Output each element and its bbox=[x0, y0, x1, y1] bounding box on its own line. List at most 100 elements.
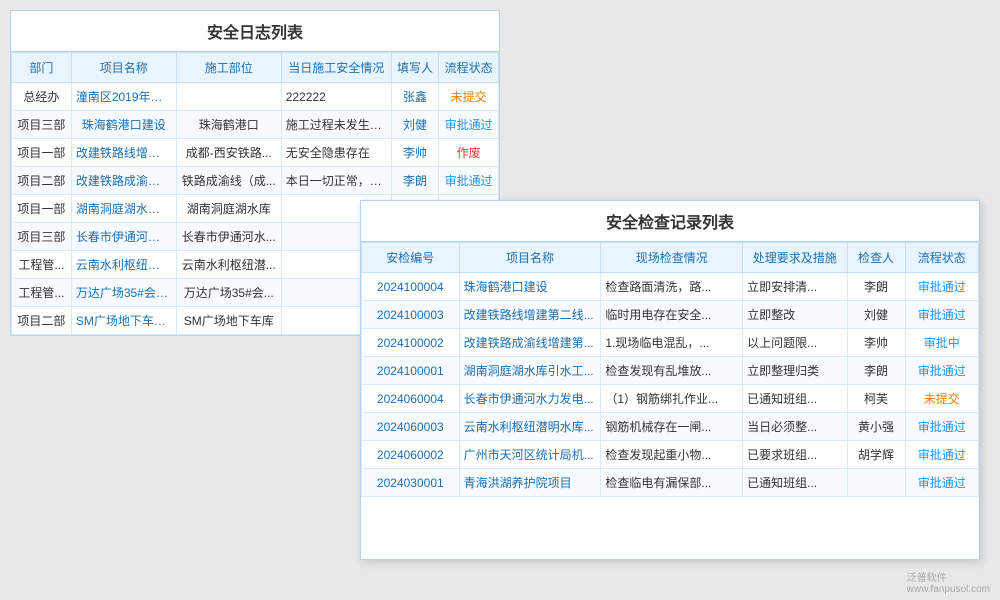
site-cell: 铁路成渝线（成... bbox=[176, 167, 281, 195]
measure-cell: 立即整理归类 bbox=[743, 357, 847, 385]
safety-log-title: 安全日志列表 bbox=[11, 11, 499, 52]
project-cell[interactable]: 改建铁路线增建第二线... bbox=[459, 301, 601, 329]
project-cell[interactable]: 青海洪湖养护院项目 bbox=[459, 469, 601, 497]
watermark: 泛普软件 www.fanpusol.com bbox=[907, 569, 990, 595]
id-cell[interactable]: 2024060002 bbox=[362, 441, 460, 469]
situation-cell: （1）钢筋绑扎作业... bbox=[601, 385, 743, 413]
id-cell[interactable]: 2024060003 bbox=[362, 413, 460, 441]
status-cell: 审批通过 bbox=[439, 167, 499, 195]
site-cell: 万达广场35#会... bbox=[176, 279, 281, 307]
table-row: 项目一部改建铁路线增建第二线直...成都-西安铁路...无安全隐患存在李帅作废 bbox=[12, 139, 499, 167]
author-cell: 刘健 bbox=[391, 111, 438, 139]
measure-cell: 立即安排清... bbox=[743, 273, 847, 301]
status-cell: 审批通过 bbox=[905, 413, 979, 441]
site-cell: 珠海鹤港口 bbox=[176, 111, 281, 139]
project-cell[interactable]: 云南水利枢纽潜明水库一... bbox=[71, 251, 176, 279]
dept-cell: 项目三部 bbox=[12, 111, 72, 139]
project-cell[interactable]: 改建铁路成渝线增建第二... bbox=[71, 167, 176, 195]
project-cell[interactable]: SM广场地下车库更换摄... bbox=[71, 307, 176, 335]
col-status: 流程状态 bbox=[439, 53, 499, 83]
inspector-cell: 李朗 bbox=[847, 357, 905, 385]
project-cell[interactable]: 云南水利枢纽潜明水库... bbox=[459, 413, 601, 441]
inspector-cell: 李帅 bbox=[847, 329, 905, 357]
id-cell[interactable]: 2024100003 bbox=[362, 301, 460, 329]
table-row: 2024100003改建铁路线增建第二线...临时用电存在安全...立即整改刘健… bbox=[362, 301, 979, 329]
inspector-cell: 黄小强 bbox=[847, 413, 905, 441]
watermark-line1: 泛普软件 bbox=[907, 569, 990, 584]
dept-cell: 项目二部 bbox=[12, 167, 72, 195]
project-cell[interactable]: 广州市天河区统计局机... bbox=[459, 441, 601, 469]
project-cell[interactable]: 湖南洞庭湖水库引水工... bbox=[459, 357, 601, 385]
safety-inspection-panel: 安全检查记录列表 安检编号 项目名称 现场检查情况 处理要求及措施 检查人 流程… bbox=[360, 200, 980, 560]
project-cell[interactable]: 改建铁路线增建第二线直... bbox=[71, 139, 176, 167]
status-cell: 审批中 bbox=[905, 329, 979, 357]
site-cell: 云南水利枢纽潜... bbox=[176, 251, 281, 279]
project-cell[interactable]: 长春市伊通河水力发电... bbox=[459, 385, 601, 413]
safety-inspection-body: 2024100004珠海鹤港口建设检查路面清洗，路...立即安排清...李朗审批… bbox=[362, 273, 979, 497]
status-cell: 审批通过 bbox=[905, 441, 979, 469]
inspector-cell: 李朗 bbox=[847, 273, 905, 301]
situation-cell: 临时用电存在安全... bbox=[601, 301, 743, 329]
status-cell: 审批通过 bbox=[439, 111, 499, 139]
measure-cell: 已通知班组... bbox=[743, 385, 847, 413]
table-row: 2024100002改建铁路成渝线增建第...1.现场临电混乱，...以上问题限… bbox=[362, 329, 979, 357]
situation-cell: 222222 bbox=[281, 83, 391, 111]
id-cell[interactable]: 2024060004 bbox=[362, 385, 460, 413]
table-row: 总经办潼南区2019年绿化补贴项...222222张鑫未提交 bbox=[12, 83, 499, 111]
site-cell: SM广场地下车库 bbox=[176, 307, 281, 335]
author-cell: 李朗 bbox=[391, 167, 438, 195]
table-row: 2024030001青海洪湖养护院项目检查临电有漏保部...已通知班组...审批… bbox=[362, 469, 979, 497]
table-row: 2024100004珠海鹤港口建设检查路面清洗，路...立即安排清...李朗审批… bbox=[362, 273, 979, 301]
project-cell[interactable]: 改建铁路成渝线增建第... bbox=[459, 329, 601, 357]
status-cell: 审批通过 bbox=[905, 273, 979, 301]
site-cell: 长春市伊通河水... bbox=[176, 223, 281, 251]
situation-cell: 检查发现有乱堆放... bbox=[601, 357, 743, 385]
measure-cell: 立即整改 bbox=[743, 301, 847, 329]
id-cell[interactable]: 2024030001 bbox=[362, 469, 460, 497]
safety-inspection-table: 安检编号 项目名称 现场检查情况 处理要求及措施 检查人 流程状态 202410… bbox=[361, 242, 979, 497]
status-cell: 审批通过 bbox=[905, 301, 979, 329]
col-situation: 当日施工安全情况 bbox=[281, 53, 391, 83]
col-site: 施工部位 bbox=[176, 53, 281, 83]
measure-cell: 当日必须整... bbox=[743, 413, 847, 441]
situation-cell: 钢筋机械存在一闸... bbox=[601, 413, 743, 441]
col-project: 项目名称 bbox=[71, 53, 176, 83]
id-cell[interactable]: 2024100001 bbox=[362, 357, 460, 385]
status-cell: 审批通过 bbox=[905, 357, 979, 385]
project-cell[interactable]: 潼南区2019年绿化补贴项... bbox=[71, 83, 176, 111]
col-author: 填写人 bbox=[391, 53, 438, 83]
table-row: 2024060004长春市伊通河水力发电...（1）钢筋绑扎作业...已通知班组… bbox=[362, 385, 979, 413]
situation-cell: 检查发现起重小物... bbox=[601, 441, 743, 469]
project-cell[interactable]: 珠海鹤港口建设 bbox=[71, 111, 176, 139]
project-cell[interactable]: 长春市伊通河水力发电厂... bbox=[71, 223, 176, 251]
col-inspector: 检查人 bbox=[847, 243, 905, 273]
status-cell: 作废 bbox=[439, 139, 499, 167]
situation-cell: 1.现场临电混乱，... bbox=[601, 329, 743, 357]
situation-cell: 检查路面清洗，路... bbox=[601, 273, 743, 301]
situation-cell: 检查临电有漏保部... bbox=[601, 469, 743, 497]
watermark-line2: www.fanpusol.com bbox=[907, 584, 990, 595]
dept-cell: 项目一部 bbox=[12, 195, 72, 223]
inspector-cell: 刘健 bbox=[847, 301, 905, 329]
col-project-name: 项目名称 bbox=[459, 243, 601, 273]
dept-cell: 项目二部 bbox=[12, 307, 72, 335]
dept-cell: 项目三部 bbox=[12, 223, 72, 251]
project-cell[interactable]: 万达广场35#会所及咖啡... bbox=[71, 279, 176, 307]
id-cell[interactable]: 2024100004 bbox=[362, 273, 460, 301]
status-cell: 未提交 bbox=[905, 385, 979, 413]
author-cell: 李帅 bbox=[391, 139, 438, 167]
col-check-situation: 现场检查情况 bbox=[601, 243, 743, 273]
project-cell[interactable]: 湖南洞庭湖水库引水工程... bbox=[71, 195, 176, 223]
situation-cell: 本日一切正常，无事故发... bbox=[281, 167, 391, 195]
project-cell[interactable]: 珠海鹤港口建设 bbox=[459, 273, 601, 301]
table-row: 2024100001湖南洞庭湖水库引水工...检查发现有乱堆放...立即整理归类… bbox=[362, 357, 979, 385]
author-cell: 张鑫 bbox=[391, 83, 438, 111]
id-cell[interactable]: 2024100002 bbox=[362, 329, 460, 357]
table-row: 2024060002广州市天河区统计局机...检查发现起重小物...已要求班组.… bbox=[362, 441, 979, 469]
measure-cell: 已通知班组... bbox=[743, 469, 847, 497]
safety-inspection-header: 安检编号 项目名称 现场检查情况 处理要求及措施 检查人 流程状态 bbox=[362, 243, 979, 273]
col-dept: 部门 bbox=[12, 53, 72, 83]
table-row: 项目二部改建铁路成渝线增建第二...铁路成渝线（成...本日一切正常，无事故发.… bbox=[12, 167, 499, 195]
situation-cell: 施工过程未发生安全事故... bbox=[281, 111, 391, 139]
inspector-cell: 柯芙 bbox=[847, 385, 905, 413]
